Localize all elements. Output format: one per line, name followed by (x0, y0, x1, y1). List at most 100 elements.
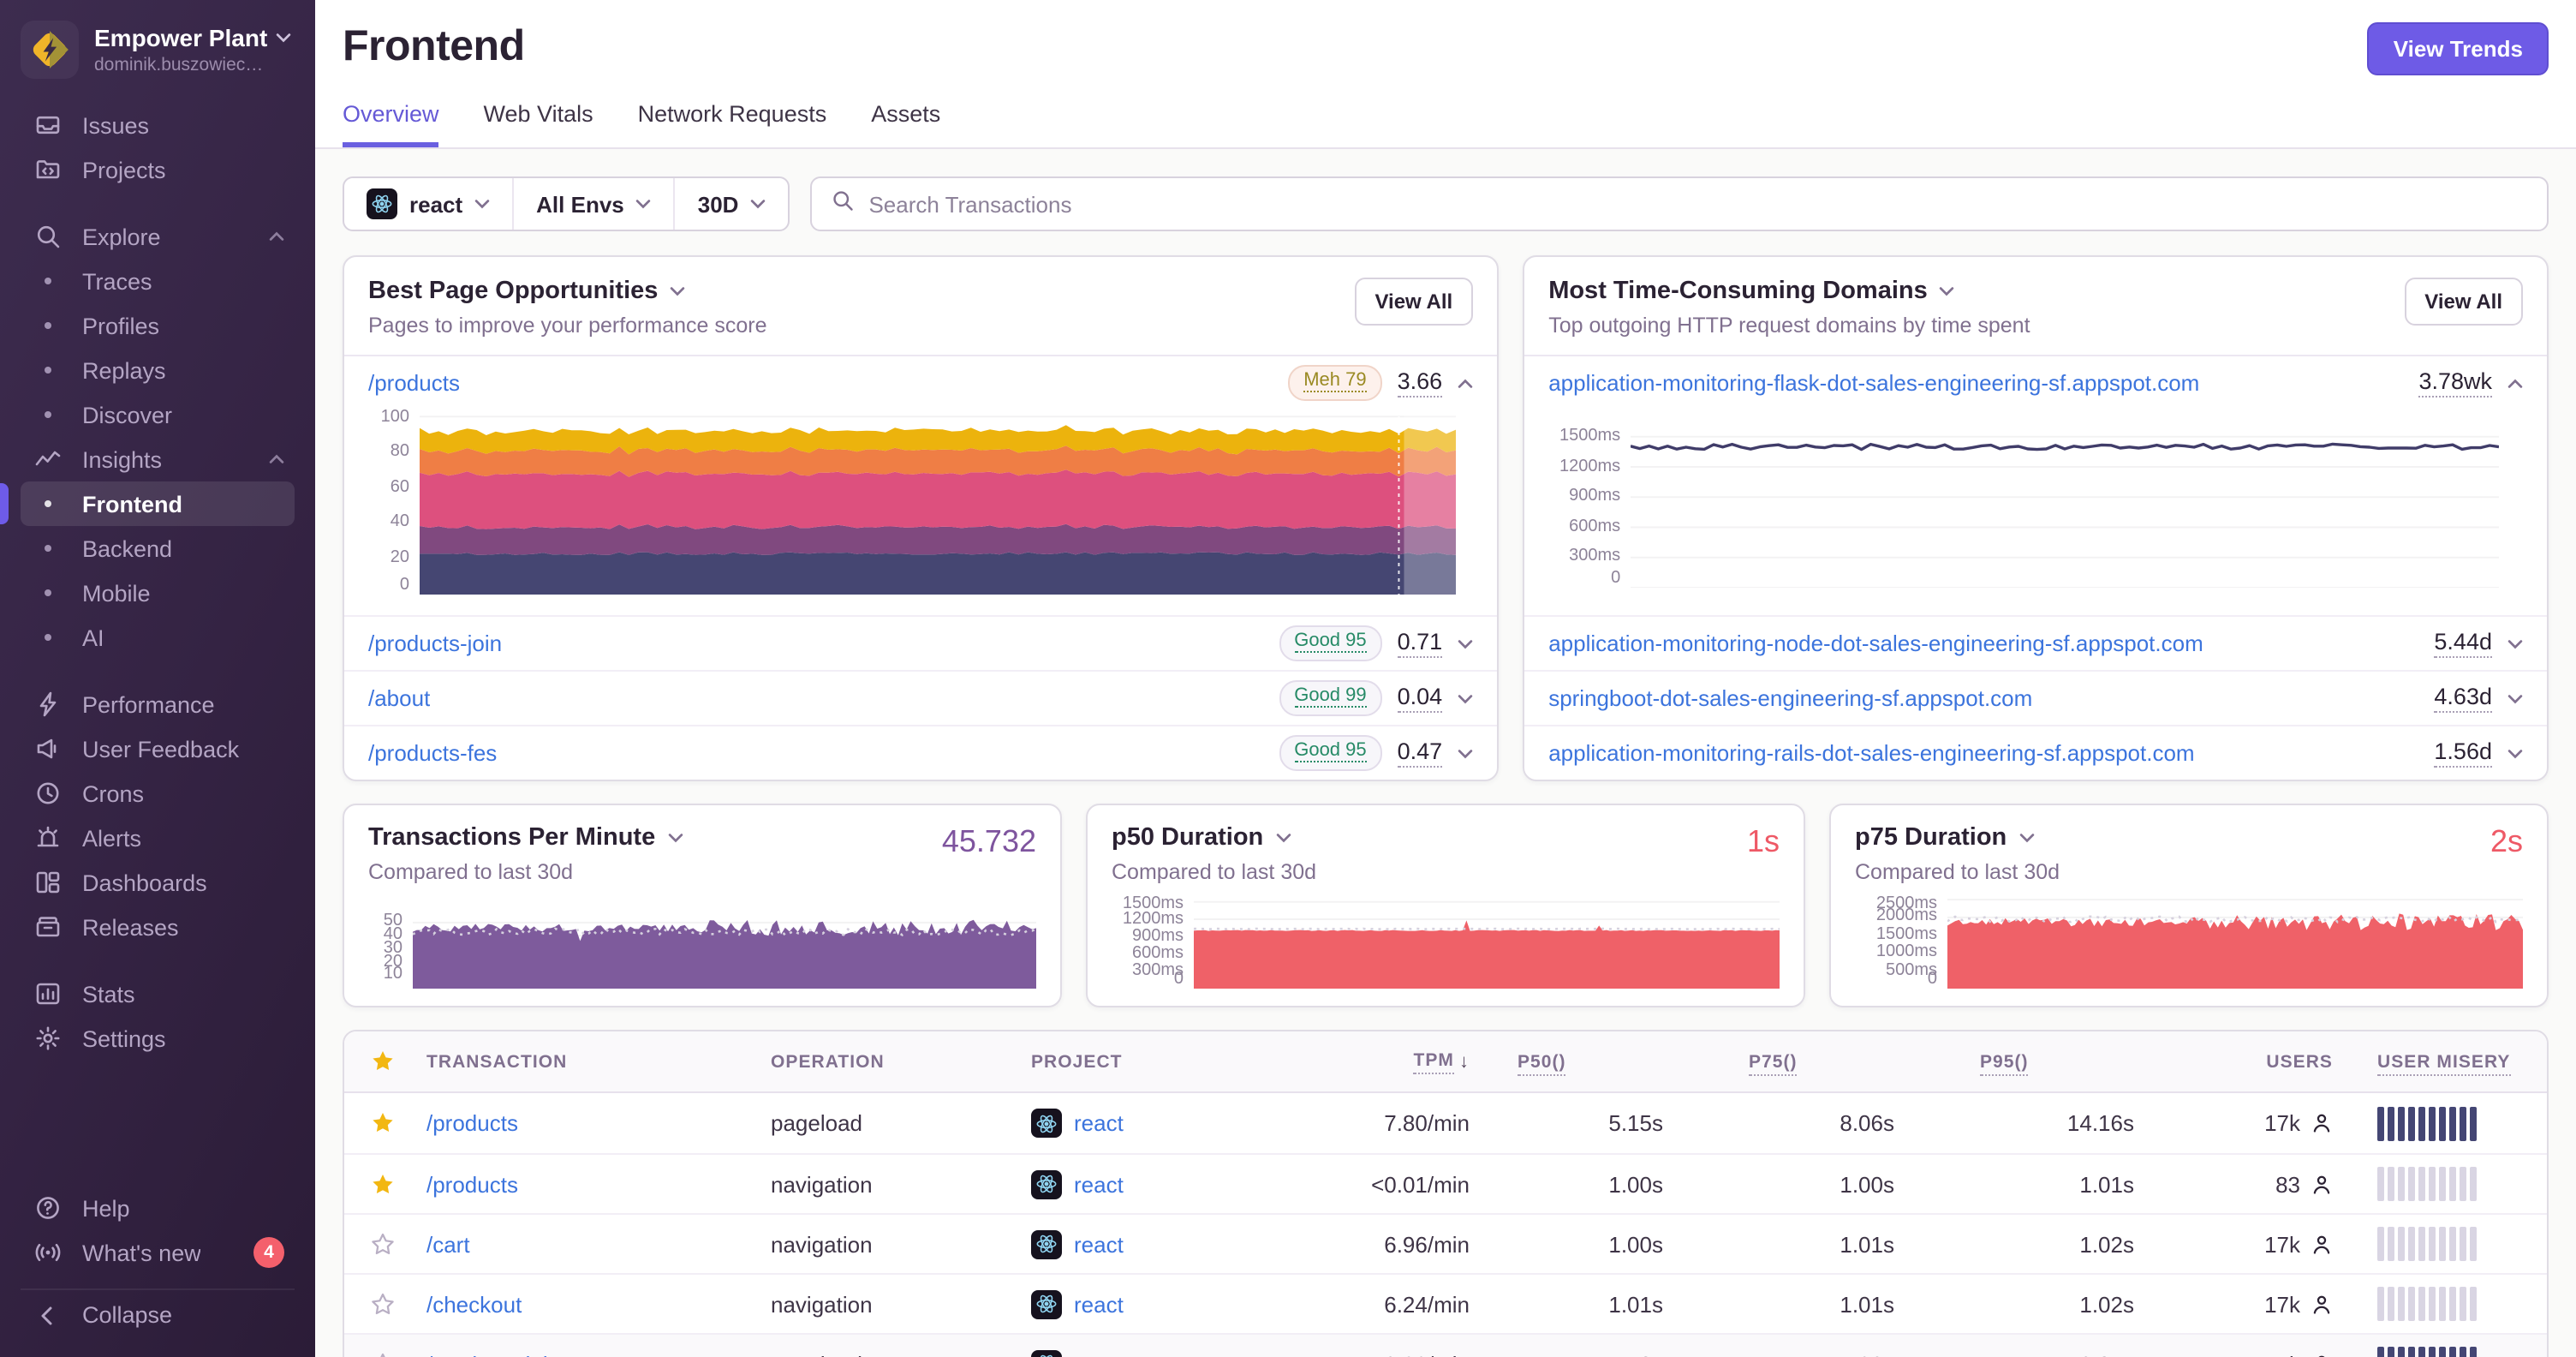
page-link[interactable]: /about (368, 685, 430, 711)
environment-filter[interactable]: All Envs (514, 178, 676, 230)
metric-subtitle: Compared to last 30d (1855, 860, 2060, 884)
project-link[interactable]: react (1074, 1351, 1124, 1357)
sort-desc-icon: ↓ (1458, 1051, 1470, 1072)
sidebar-item-explore[interactable]: Explore (21, 214, 295, 259)
page-filter-control: react All Envs 30D (343, 176, 790, 231)
page-opportunity-row[interactable]: /products Meh 79 3.66 100 80 60 40 20 0 (344, 356, 1497, 615)
sidebar-item-crons[interactable]: Crons (21, 771, 295, 816)
sidebar-item-issues[interactable]: Issues (21, 103, 295, 147)
sidebar-item-traces[interactable]: Traces (21, 259, 295, 303)
transaction-link[interactable]: /cart (426, 1231, 470, 1257)
search-transactions-field[interactable] (810, 176, 2549, 231)
best-page-opportunities-dropdown[interactable]: Best Page Opportunities (368, 278, 685, 305)
star-outline-icon[interactable] (369, 1291, 395, 1317)
transaction-row[interactable]: /products pageload react 7.80/min 5.15s 8.06s… (344, 1093, 2547, 1153)
sidebar-item-mobile[interactable]: Mobile (21, 571, 295, 615)
search-transactions-input[interactable] (868, 191, 2528, 217)
p75-duration-chart: 2500ms 2000ms 1500ms 1000ms 500ms 0 (1855, 895, 2523, 989)
domain-link[interactable]: springboot-dot-sales-engineering-sf.apps… (1548, 685, 2032, 711)
sidebar-item-help[interactable]: Help (21, 1186, 295, 1230)
column-header-p50[interactable]: P50() (1490, 1051, 1721, 1075)
transaction-row[interactable]: /cart navigation react 6.96/min 1.00s 1.01s 1.… (344, 1213, 2547, 1273)
star-outline-icon[interactable] (369, 1231, 395, 1257)
domain-link[interactable]: application-monitoring-node-dot-sales-en… (1548, 631, 2203, 656)
sidebar-item-replays[interactable]: Replays (21, 348, 295, 392)
tab-overview[interactable]: Overview (343, 101, 439, 147)
project-filter[interactable]: react (344, 178, 515, 230)
project-link[interactable]: react (1074, 1231, 1124, 1257)
time-consuming-domains-dropdown[interactable]: Most Time-Consuming Domains (1548, 278, 1955, 305)
tab-web-vitals[interactable]: Web Vitals (484, 101, 593, 147)
metric-title-dropdown[interactable]: p75 Duration (1855, 824, 2034, 852)
column-header-p75[interactable]: P75() (1721, 1051, 1953, 1075)
column-header-operation[interactable]: OPERATION (771, 1051, 1028, 1072)
column-header-tpm[interactable]: TPM ↓ (1327, 1049, 1490, 1073)
tab-assets[interactable]: Assets (871, 101, 940, 147)
column-header-project[interactable]: PROJECT (1028, 1051, 1327, 1072)
page-link[interactable]: /products-fes (368, 740, 497, 766)
sidebar-item-stats[interactable]: Stats (21, 971, 295, 1016)
sidebar-footer: Help What's new 4 (21, 1186, 295, 1275)
domain-link[interactable]: application-monitoring-rails-dot-sales-e… (1548, 740, 2194, 766)
domain-row[interactable]: springboot-dot-sales-engineering-sf.apps… (1524, 670, 2547, 725)
transaction-row[interactable]: /products navigation react <0.01/min 1.00s 1.… (344, 1153, 2547, 1213)
chevron-up-icon[interactable] (1458, 378, 1473, 388)
column-header-transaction[interactable]: TRANSACTION (420, 1051, 771, 1072)
chevron-down-icon[interactable] (1458, 748, 1473, 758)
page-link[interactable]: /products (368, 370, 460, 396)
org-switcher[interactable]: Empower Plant dominik.buszowiec… (21, 21, 295, 79)
sidebar-item-alerts[interactable]: Alerts (21, 816, 295, 860)
chevron-down-icon[interactable] (1458, 638, 1473, 649)
sidebar-item-profiles[interactable]: Profiles (21, 303, 295, 348)
pages-view-all-button[interactable]: View All (1354, 278, 1474, 326)
transaction-row[interactable]: /checkout navigation react 6.24/min 1.01s 1.0… (344, 1273, 2547, 1333)
sidebar-item-releases[interactable]: Releases (21, 905, 295, 949)
date-range-filter[interactable]: 30D (676, 178, 789, 230)
sidebar-item-projects[interactable]: Projects (21, 147, 295, 192)
page-opportunity-row[interactable]: /products-join Good 95 0.71 (344, 615, 1498, 670)
sidebar-item-discover[interactable]: Discover (21, 392, 295, 437)
sidebar-item-user-feedback[interactable]: User Feedback (21, 726, 295, 771)
sidebar-item-settings[interactable]: Settings (21, 1016, 295, 1061)
domain-row[interactable]: application-monitoring-flask-dot-sales-e… (1524, 356, 2547, 615)
star-outline-icon[interactable] (369, 1351, 395, 1357)
domain-link[interactable]: application-monitoring-flask-dot-sales-e… (1548, 370, 2199, 396)
chevron-down-icon[interactable] (2507, 693, 2523, 703)
y-tick-label: 600ms (1131, 943, 1184, 963)
metric-title-dropdown[interactable]: p50 Duration (1112, 824, 1291, 852)
page-opportunity-row[interactable]: /products-fes Good 95 0.47 (344, 725, 1498, 780)
sidebar-item-backend[interactable]: Backend (21, 526, 295, 571)
transaction-link[interactable]: /products (426, 1171, 518, 1197)
sidebar-item-whats-new[interactable]: What's new 4 (21, 1230, 295, 1275)
transaction-link[interactable]: /checkout (426, 1291, 522, 1317)
metric-title-dropdown[interactable]: Transactions Per Minute (368, 824, 683, 852)
chevron-down-icon[interactable] (1458, 693, 1473, 703)
star-filled-icon[interactable] (369, 1171, 395, 1197)
column-header-p95[interactable]: P95() (1953, 1051, 2192, 1075)
domain-row[interactable]: application-monitoring-node-dot-sales-en… (1524, 615, 2547, 670)
column-header-misery[interactable]: USER MISERY (2374, 1051, 2547, 1075)
sidebar-item-insights[interactable]: Insights (21, 437, 295, 481)
view-trends-button[interactable]: View Trends (2367, 22, 2549, 75)
project-link[interactable]: react (1074, 1110, 1124, 1136)
chevron-up-icon[interactable] (2507, 378, 2523, 388)
chevron-down-icon[interactable] (2507, 748, 2523, 758)
tab-network-requests[interactable]: Network Requests (638, 101, 827, 147)
transaction-link[interactable]: /products-join (426, 1351, 560, 1357)
domain-row[interactable]: application-monitoring-rails-dot-sales-e… (1524, 725, 2547, 780)
chevron-down-icon[interactable] (2507, 638, 2523, 649)
transaction-link[interactable]: /products (426, 1110, 518, 1136)
sidebar-item-frontend[interactable]: Frontend (0, 481, 295, 526)
page-link[interactable]: /products-join (368, 631, 502, 656)
page-opportunity-row[interactable]: /about Good 99 0.04 (344, 670, 1498, 725)
sidebar-item-dashboards[interactable]: Dashboards (21, 860, 295, 905)
sidebar-item-ai[interactable]: AI (21, 615, 295, 660)
domains-view-all-button[interactable]: View All (2404, 278, 2523, 326)
star-filled-icon[interactable] (369, 1110, 395, 1136)
sidebar-collapse-button[interactable]: Collapse (21, 1288, 295, 1340)
transaction-row[interactable]: /products-joinpageloadreact3.88/min1.50s… (344, 1333, 2547, 1357)
column-header-users[interactable]: USERS (2192, 1051, 2374, 1072)
project-link[interactable]: react (1074, 1171, 1124, 1197)
sidebar-item-performance[interactable]: Performance (21, 682, 295, 726)
project-link[interactable]: react (1074, 1291, 1124, 1317)
